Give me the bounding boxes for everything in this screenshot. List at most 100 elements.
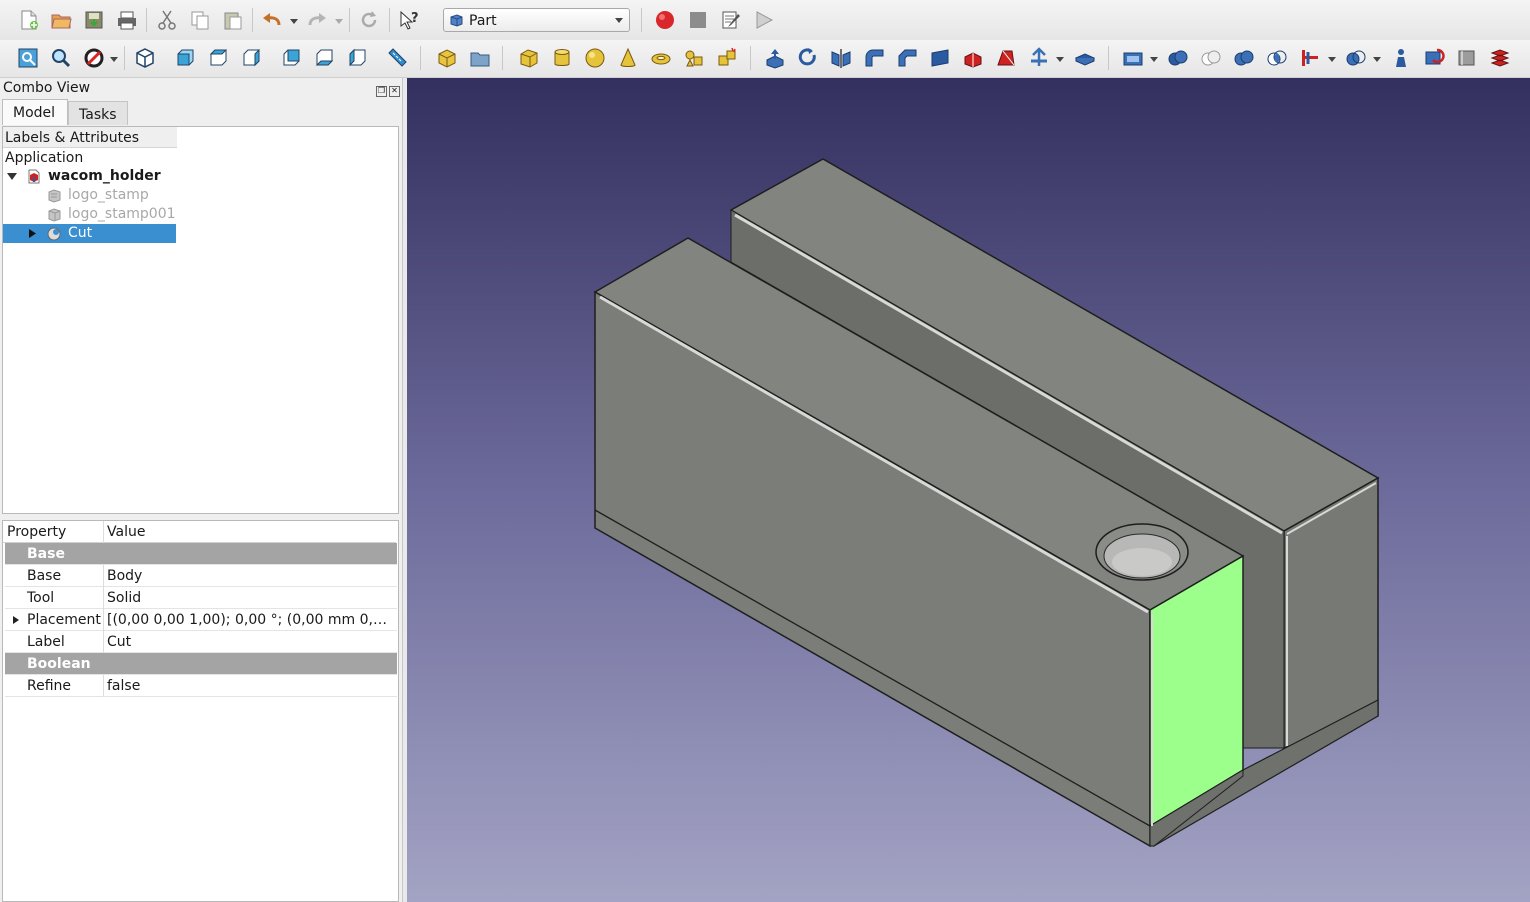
torus-icon[interactable] — [648, 45, 674, 71]
cone-icon[interactable] — [615, 45, 641, 71]
property-value[interactable]: Body — [107, 565, 395, 587]
boolean-icon[interactable] — [1165, 45, 1191, 71]
property-value[interactable]: [(0,00 0,00 1,00); 0,00 °; (0,00 mm 0,00… — [107, 609, 395, 631]
paste-icon[interactable] — [220, 7, 246, 33]
copy-icon[interactable] — [187, 7, 213, 33]
fit-selection-icon[interactable] — [48, 45, 74, 71]
compound-dropdown-icon[interactable] — [1150, 55, 1158, 63]
record-macro-icon[interactable] — [652, 7, 678, 33]
loft-icon[interactable] — [993, 45, 1019, 71]
view-rear-icon[interactable] — [278, 45, 304, 71]
join-dropdown-icon[interactable] — [1328, 55, 1336, 63]
view-right-icon[interactable] — [238, 45, 264, 71]
fillet-icon[interactable] — [861, 45, 887, 71]
edit-macro-icon[interactable] — [718, 7, 744, 33]
save-icon[interactable] — [81, 7, 107, 33]
split-dropdown-icon[interactable] — [1373, 55, 1381, 63]
property-row-base[interactable]: Base Body — [5, 565, 397, 587]
primitives-icon[interactable] — [681, 45, 707, 71]
chamfer-icon[interactable] — [894, 45, 920, 71]
create-part-icon[interactable] — [434, 45, 460, 71]
tree-application: Application — [5, 150, 84, 166]
cylinder-icon[interactable] — [549, 45, 575, 71]
draw-style-dropdown-icon[interactable] — [110, 55, 118, 63]
cut-icon[interactable] — [154, 7, 180, 33]
property-name: Label — [27, 634, 65, 650]
float-panel-icon[interactable]: ❐ — [376, 86, 387, 97]
3d-model[interactable] — [407, 78, 1530, 902]
panel-buttons: ❐ ✕ — [374, 82, 400, 97]
property-value[interactable]: Solid — [107, 587, 395, 609]
measure-icon[interactable] — [384, 45, 410, 71]
new-document-icon[interactable] — [16, 7, 42, 33]
view-bottom-icon[interactable] — [311, 45, 337, 71]
shape-builder-icon[interactable] — [714, 45, 740, 71]
sphere-icon[interactable] — [582, 45, 608, 71]
property-row-placement[interactable]: Placement [(0,00 0,00 1,00); 0,00 °; (0,… — [5, 609, 397, 631]
property-name: Refine — [27, 678, 72, 694]
tab-tasks[interactable]: Tasks — [68, 101, 128, 125]
property-row-label[interactable]: Label Cut — [5, 631, 397, 653]
extrude-icon[interactable] — [762, 45, 788, 71]
mirror-icon[interactable] — [828, 45, 854, 71]
tree-item-cut[interactable]: Cut — [3, 224, 176, 243]
property-row-refine[interactable]: Refine false — [5, 675, 397, 697]
make-face-icon[interactable] — [927, 45, 953, 71]
cube-icon[interactable] — [516, 45, 542, 71]
property-group-boolean[interactable]: Boolean — [5, 653, 397, 675]
expand-arrow-icon[interactable] — [7, 173, 17, 181]
view-isometric-icon[interactable] — [132, 45, 158, 71]
draw-style-icon[interactable] — [81, 45, 107, 71]
redo-icon[interactable] — [304, 7, 330, 33]
tree-item-label: logo_stamp001 — [68, 206, 176, 222]
close-panel-icon[interactable]: ✕ — [389, 86, 400, 97]
col-property-header: Property — [7, 524, 67, 540]
tree-header: Labels & Attributes — [3, 127, 177, 148]
fit-all-icon[interactable] — [15, 45, 41, 71]
join-features-icon[interactable] — [1297, 45, 1323, 71]
open-folder-icon[interactable] — [48, 7, 74, 33]
sweep-icon[interactable] — [1026, 45, 1052, 71]
property-name: Tool — [27, 590, 55, 606]
view-part-toolbar — [0, 40, 1530, 78]
cross-sections-icon[interactable] — [1487, 45, 1513, 71]
stamp-icon — [48, 189, 61, 203]
undo-icon[interactable] — [259, 7, 285, 33]
revolve-icon[interactable] — [795, 45, 821, 71]
refresh-icon[interactable] — [356, 7, 382, 33]
check-geometry-icon[interactable] — [1388, 45, 1414, 71]
create-group-icon[interactable] — [467, 45, 493, 71]
workbench-selector[interactable]: Part — [443, 8, 630, 32]
compound-tools-icon[interactable] — [1120, 45, 1146, 71]
whats-this-icon[interactable]: ? — [396, 7, 422, 33]
execute-macro-icon[interactable] — [751, 7, 777, 33]
property-group-base[interactable]: Base — [5, 543, 397, 565]
undo-dropdown-icon[interactable] — [290, 17, 298, 25]
view-front-icon[interactable] — [172, 45, 198, 71]
redo-dropdown-icon[interactable] — [335, 17, 343, 25]
model-tree[interactable]: Labels & Attributes Application wacom_ho… — [2, 126, 399, 514]
3d-viewport[interactable] — [407, 78, 1530, 902]
common-icon[interactable] — [1264, 45, 1290, 71]
expand-arrow-icon[interactable] — [13, 616, 19, 624]
box-icon — [48, 208, 61, 222]
ruled-surface-icon[interactable] — [960, 45, 986, 71]
property-value[interactable]: Cut — [107, 631, 395, 653]
thickness-icon[interactable] — [1072, 45, 1098, 71]
defeaturing-icon[interactable] — [1421, 45, 1447, 71]
sweep-dropdown-icon[interactable] — [1056, 55, 1064, 63]
fuse-icon[interactable] — [1231, 45, 1257, 71]
property-value[interactable]: false — [107, 675, 395, 697]
stop-macro-icon[interactable] — [685, 7, 711, 33]
view-top-icon[interactable] — [205, 45, 231, 71]
tab-model[interactable]: Model — [2, 99, 68, 125]
expand-arrow-icon[interactable] — [29, 229, 36, 238]
section-icon[interactable] — [1454, 45, 1480, 71]
split-tools-icon[interactable] — [1343, 45, 1369, 71]
print-icon[interactable] — [114, 7, 140, 33]
view-left-icon[interactable] — [344, 45, 370, 71]
cut-boolean-icon[interactable] — [1198, 45, 1224, 71]
property-header: Property Value — [3, 521, 396, 543]
property-row-tool[interactable]: Tool Solid — [5, 587, 397, 609]
col-value-header: Value — [107, 524, 146, 540]
